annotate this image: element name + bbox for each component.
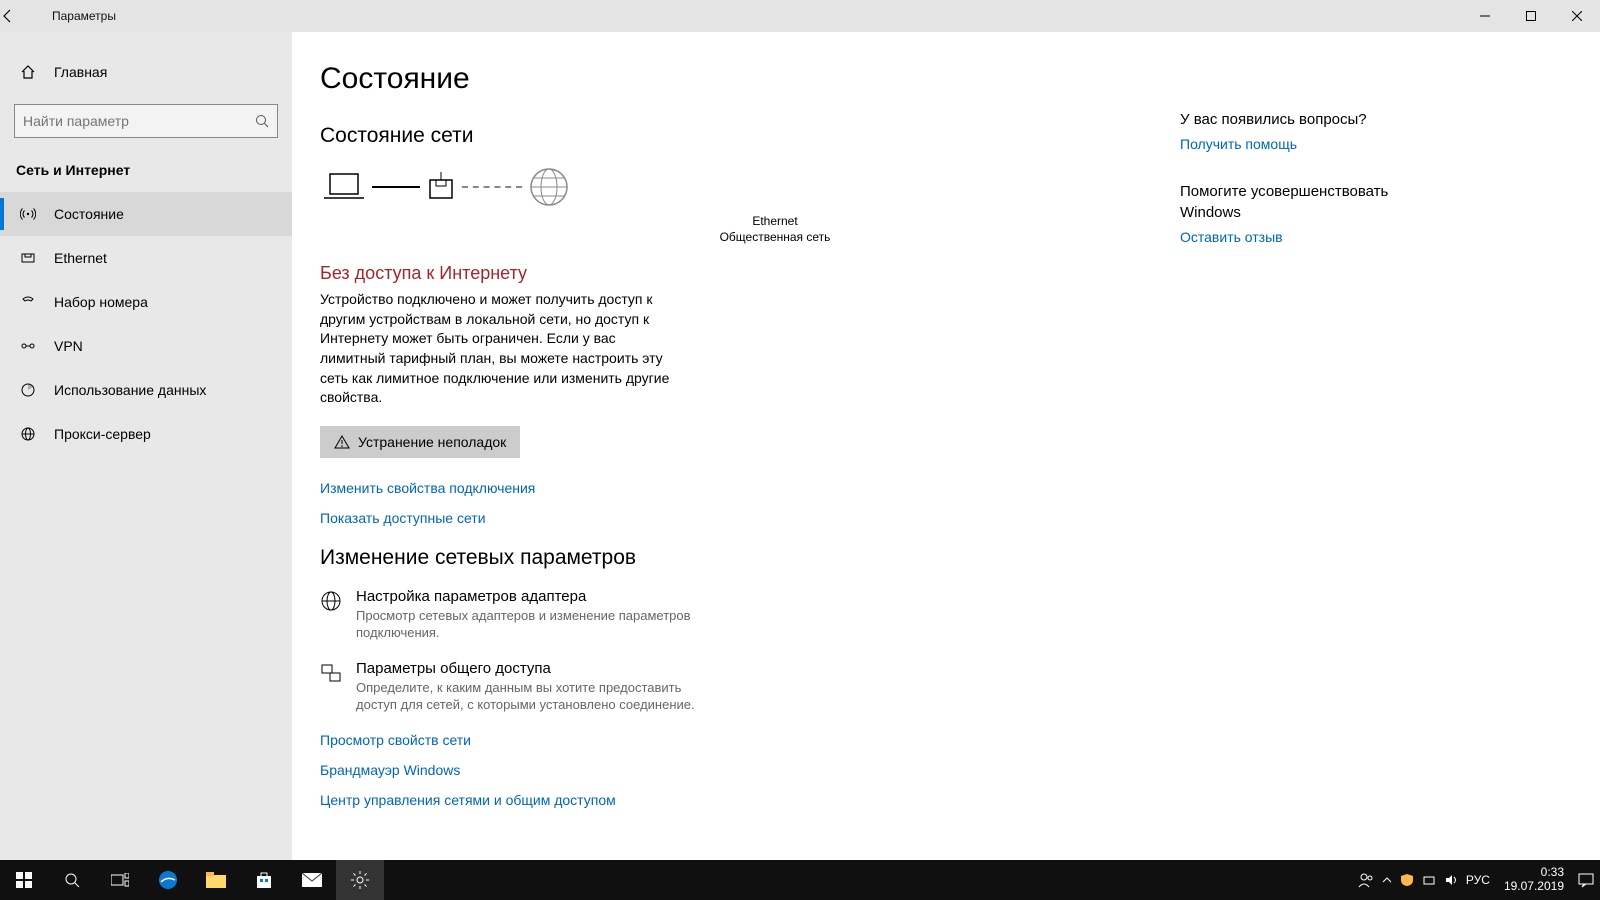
router-icon xyxy=(426,170,456,204)
adapter-options-icon xyxy=(320,588,356,642)
tray-volume-icon[interactable] xyxy=(1444,873,1458,887)
sidebar-item-label: Ethernet xyxy=(54,250,107,266)
link-windows-firewall[interactable]: Брандмауэр Windows xyxy=(320,762,1140,778)
search-box[interactable] xyxy=(14,104,278,138)
link-show-available-networks[interactable]: Показать доступные сети xyxy=(320,510,1140,526)
adapter-options-sub: Просмотр сетевых адаптеров и изменение п… xyxy=(356,607,716,642)
sidebar-item-label: Состояние xyxy=(54,206,124,222)
tray-chevron-up-icon[interactable] xyxy=(1382,875,1392,885)
network-diagram xyxy=(322,166,1140,208)
sharing-options-icon xyxy=(320,660,356,714)
taskbar-app-settings[interactable] xyxy=(336,860,384,900)
home-label: Главная xyxy=(54,64,107,80)
search-input[interactable] xyxy=(23,113,255,129)
settings-window: Параметры Главная xyxy=(0,0,1600,900)
sidebar-item-ethernet[interactable]: Ethernet xyxy=(0,236,292,280)
sidebar-item-datausage[interactable]: Использование данных xyxy=(0,368,292,412)
proxy-icon xyxy=(16,426,40,442)
network-profile: Общественная сеть xyxy=(410,230,1140,246)
back-button[interactable] xyxy=(0,8,48,24)
taskbar-search-button[interactable] xyxy=(48,860,96,900)
sidebar-item-label: Использование данных xyxy=(54,382,206,398)
row-sharing-options[interactable]: Параметры общего доступа Определите, к к… xyxy=(320,660,1140,714)
sidebar-item-vpn[interactable]: VPN xyxy=(0,324,292,368)
sidebar-item-label: VPN xyxy=(54,338,83,354)
adapter-name: Ethernet xyxy=(410,214,1140,230)
sidebar-item-proxy[interactable]: Прокси-сервер xyxy=(0,412,292,456)
link-view-network-properties[interactable]: Просмотр свойств сети xyxy=(320,732,1140,748)
tray-action-center-icon[interactable] xyxy=(1578,872,1594,888)
taskbar-app-store[interactable] xyxy=(240,860,288,900)
close-button[interactable] xyxy=(1554,0,1600,32)
taskbar: РУС 0:33 19.07.2019 xyxy=(0,860,1600,900)
aside-questions-heading: У вас появились вопросы? xyxy=(1180,110,1440,130)
sidebar-item-label: Набор номера xyxy=(54,294,148,310)
aside-panel: У вас появились вопросы? Получить помощь… xyxy=(1180,62,1440,840)
link-give-feedback[interactable]: Оставить отзыв xyxy=(1180,229,1440,245)
adapter-options-title: Настройка параметров адаптера xyxy=(356,588,716,605)
home-icon xyxy=(16,64,40,80)
taskbar-app-explorer[interactable] xyxy=(192,860,240,900)
row-adapter-options[interactable]: Настройка параметров адаптера Просмотр с… xyxy=(320,588,1140,642)
home-link[interactable]: Главная xyxy=(0,50,292,94)
globe-icon xyxy=(528,166,570,208)
tray-security-icon[interactable] xyxy=(1400,873,1414,887)
titlebar: Параметры xyxy=(0,0,1600,32)
tray-clock[interactable]: 0:33 19.07.2019 xyxy=(1498,866,1570,894)
sharing-options-title: Параметры общего доступа xyxy=(356,660,716,677)
system-tray: РУС 0:33 19.07.2019 xyxy=(1358,866,1600,894)
status-icon xyxy=(16,206,40,222)
link-change-connection-properties[interactable]: Изменить свойства подключения xyxy=(320,480,1140,496)
dialup-icon xyxy=(16,294,40,310)
sidebar-item-dialup[interactable]: Набор номера xyxy=(0,280,292,324)
search-icon xyxy=(255,114,269,128)
taskbar-app-edge[interactable] xyxy=(144,860,192,900)
sidebar: Главная Сеть и Интернет Состояние Eth xyxy=(0,32,292,860)
laptop-icon xyxy=(322,170,366,204)
status-description: Устройство подключено и может получить д… xyxy=(320,290,680,408)
sharing-options-sub: Определите, к каким данным вы хотите пре… xyxy=(356,679,716,714)
link-get-help[interactable]: Получить помощь xyxy=(1180,136,1440,152)
troubleshoot-label: Устранение неполадок xyxy=(358,434,506,450)
connection-line-solid xyxy=(372,186,420,188)
aside-feedback-heading: Помогите усовершенствовать Windows xyxy=(1180,182,1440,223)
network-label: Ethernet Общественная сеть xyxy=(410,214,1140,245)
troubleshoot-button[interactable]: Устранение неполадок xyxy=(320,426,520,458)
warning-icon xyxy=(334,434,350,450)
main-content: Состояние Состояние сети Et xyxy=(292,32,1600,860)
minimize-button[interactable] xyxy=(1462,0,1508,32)
sidebar-item-label: Прокси-сервер xyxy=(54,426,151,442)
sidebar-item-status[interactable]: Состояние xyxy=(0,192,292,236)
tray-date: 19.07.2019 xyxy=(1504,880,1564,894)
ethernet-icon xyxy=(16,250,40,266)
section-change-network-settings: Изменение сетевых параметров xyxy=(320,546,1140,570)
link-network-sharing-center[interactable]: Центр управления сетями и общим доступом xyxy=(320,792,1140,808)
window-title: Параметры xyxy=(52,9,116,23)
start-button[interactable] xyxy=(0,860,48,900)
vpn-icon xyxy=(16,338,40,354)
tray-language[interactable]: РУС xyxy=(1466,873,1490,887)
tray-time: 0:33 xyxy=(1504,866,1564,880)
connection-line-dashed xyxy=(462,186,522,188)
maximize-button[interactable] xyxy=(1508,0,1554,32)
section-network-status: Состояние сети xyxy=(320,124,1140,148)
datausage-icon xyxy=(16,382,40,398)
taskbar-app-mail[interactable] xyxy=(288,860,336,900)
status-heading: Без доступа к Интернету xyxy=(320,263,1140,284)
sidebar-category: Сеть и Интернет xyxy=(0,152,292,192)
task-view-button[interactable] xyxy=(96,860,144,900)
tray-people-icon[interactable] xyxy=(1358,872,1374,888)
tray-network-icon[interactable] xyxy=(1422,873,1436,887)
page-title: Состояние xyxy=(320,62,1140,96)
